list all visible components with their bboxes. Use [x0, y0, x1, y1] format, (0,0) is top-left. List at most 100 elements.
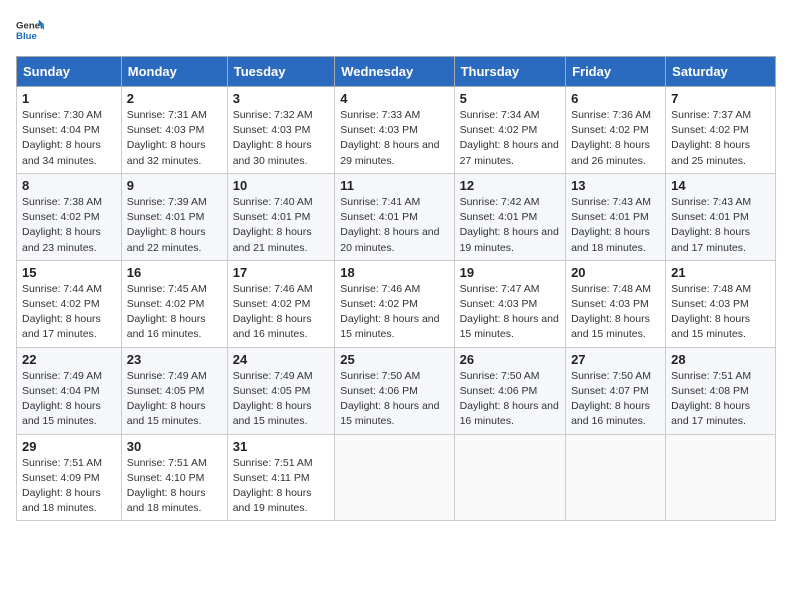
calendar-day-cell: 29 Sunrise: 7:51 AM Sunset: 4:09 PM Dayl…	[17, 434, 122, 521]
day-detail: Sunrise: 7:50 AM Sunset: 4:06 PM Dayligh…	[460, 369, 560, 430]
day-detail: Sunrise: 7:51 AM Sunset: 4:09 PM Dayligh…	[22, 456, 116, 517]
calendar-day-cell: 1 Sunrise: 7:30 AM Sunset: 4:04 PM Dayli…	[17, 87, 122, 174]
calendar-day-cell: 25 Sunrise: 7:50 AM Sunset: 4:06 PM Dayl…	[335, 347, 454, 434]
day-number: 14	[671, 178, 770, 193]
calendar-day-cell: 23 Sunrise: 7:49 AM Sunset: 4:05 PM Dayl…	[121, 347, 227, 434]
day-number: 26	[460, 352, 560, 367]
calendar-week-row: 1 Sunrise: 7:30 AM Sunset: 4:04 PM Dayli…	[17, 87, 776, 174]
calendar-day-cell: 5 Sunrise: 7:34 AM Sunset: 4:02 PM Dayli…	[454, 87, 565, 174]
calendar-day-cell: 8 Sunrise: 7:38 AM Sunset: 4:02 PM Dayli…	[17, 173, 122, 260]
day-number: 3	[233, 91, 330, 106]
calendar-day-cell: 4 Sunrise: 7:33 AM Sunset: 4:03 PM Dayli…	[335, 87, 454, 174]
day-number: 7	[671, 91, 770, 106]
day-number: 4	[340, 91, 448, 106]
day-number: 27	[571, 352, 660, 367]
day-detail: Sunrise: 7:47 AM Sunset: 4:03 PM Dayligh…	[460, 282, 560, 343]
calendar-week-row: 8 Sunrise: 7:38 AM Sunset: 4:02 PM Dayli…	[17, 173, 776, 260]
day-detail: Sunrise: 7:46 AM Sunset: 4:02 PM Dayligh…	[233, 282, 330, 343]
day-number: 31	[233, 439, 330, 454]
day-detail: Sunrise: 7:48 AM Sunset: 4:03 PM Dayligh…	[671, 282, 770, 343]
calendar-day-cell: 22 Sunrise: 7:49 AM Sunset: 4:04 PM Dayl…	[17, 347, 122, 434]
day-detail: Sunrise: 7:37 AM Sunset: 4:02 PM Dayligh…	[671, 108, 770, 169]
calendar-header-cell: Saturday	[666, 57, 776, 87]
day-detail: Sunrise: 7:49 AM Sunset: 4:05 PM Dayligh…	[127, 369, 222, 430]
calendar-day-cell: 21 Sunrise: 7:48 AM Sunset: 4:03 PM Dayl…	[666, 260, 776, 347]
calendar-week-row: 22 Sunrise: 7:49 AM Sunset: 4:04 PM Dayl…	[17, 347, 776, 434]
day-detail: Sunrise: 7:32 AM Sunset: 4:03 PM Dayligh…	[233, 108, 330, 169]
day-number: 9	[127, 178, 222, 193]
day-number: 12	[460, 178, 560, 193]
day-detail: Sunrise: 7:42 AM Sunset: 4:01 PM Dayligh…	[460, 195, 560, 256]
day-detail: Sunrise: 7:39 AM Sunset: 4:01 PM Dayligh…	[127, 195, 222, 256]
calendar-body: 1 Sunrise: 7:30 AM Sunset: 4:04 PM Dayli…	[17, 87, 776, 521]
day-number: 28	[671, 352, 770, 367]
calendar-day-cell: 2 Sunrise: 7:31 AM Sunset: 4:03 PM Dayli…	[121, 87, 227, 174]
day-number: 1	[22, 91, 116, 106]
day-detail: Sunrise: 7:41 AM Sunset: 4:01 PM Dayligh…	[340, 195, 448, 256]
calendar-header-cell: Tuesday	[227, 57, 335, 87]
calendar-day-cell	[666, 434, 776, 521]
day-detail: Sunrise: 7:40 AM Sunset: 4:01 PM Dayligh…	[233, 195, 330, 256]
day-number: 17	[233, 265, 330, 280]
day-detail: Sunrise: 7:38 AM Sunset: 4:02 PM Dayligh…	[22, 195, 116, 256]
calendar-day-cell: 9 Sunrise: 7:39 AM Sunset: 4:01 PM Dayli…	[121, 173, 227, 260]
calendar-day-cell: 31 Sunrise: 7:51 AM Sunset: 4:11 PM Dayl…	[227, 434, 335, 521]
day-detail: Sunrise: 7:43 AM Sunset: 4:01 PM Dayligh…	[571, 195, 660, 256]
day-detail: Sunrise: 7:50 AM Sunset: 4:06 PM Dayligh…	[340, 369, 448, 430]
logo: General Blue	[16, 16, 48, 44]
calendar-day-cell: 20 Sunrise: 7:48 AM Sunset: 4:03 PM Dayl…	[566, 260, 666, 347]
day-number: 8	[22, 178, 116, 193]
calendar-day-cell: 7 Sunrise: 7:37 AM Sunset: 4:02 PM Dayli…	[666, 87, 776, 174]
calendar-day-cell: 17 Sunrise: 7:46 AM Sunset: 4:02 PM Dayl…	[227, 260, 335, 347]
calendar-day-cell: 14 Sunrise: 7:43 AM Sunset: 4:01 PM Dayl…	[666, 173, 776, 260]
calendar-day-cell: 16 Sunrise: 7:45 AM Sunset: 4:02 PM Dayl…	[121, 260, 227, 347]
day-number: 19	[460, 265, 560, 280]
calendar-day-cell: 30 Sunrise: 7:51 AM Sunset: 4:10 PM Dayl…	[121, 434, 227, 521]
day-detail: Sunrise: 7:33 AM Sunset: 4:03 PM Dayligh…	[340, 108, 448, 169]
calendar-day-cell: 24 Sunrise: 7:49 AM Sunset: 4:05 PM Dayl…	[227, 347, 335, 434]
day-number: 21	[671, 265, 770, 280]
calendar-day-cell: 26 Sunrise: 7:50 AM Sunset: 4:06 PM Dayl…	[454, 347, 565, 434]
day-number: 2	[127, 91, 222, 106]
day-detail: Sunrise: 7:49 AM Sunset: 4:05 PM Dayligh…	[233, 369, 330, 430]
calendar-header-cell: Monday	[121, 57, 227, 87]
page-header: General Blue	[16, 16, 776, 44]
day-number: 5	[460, 91, 560, 106]
day-detail: Sunrise: 7:51 AM Sunset: 4:08 PM Dayligh…	[671, 369, 770, 430]
day-detail: Sunrise: 7:46 AM Sunset: 4:02 PM Dayligh…	[340, 282, 448, 343]
calendar-day-cell: 15 Sunrise: 7:44 AM Sunset: 4:02 PM Dayl…	[17, 260, 122, 347]
calendar-header-row: SundayMondayTuesdayWednesdayThursdayFrid…	[17, 57, 776, 87]
day-detail: Sunrise: 7:36 AM Sunset: 4:02 PM Dayligh…	[571, 108, 660, 169]
day-detail: Sunrise: 7:43 AM Sunset: 4:01 PM Dayligh…	[671, 195, 770, 256]
day-detail: Sunrise: 7:51 AM Sunset: 4:11 PM Dayligh…	[233, 456, 330, 517]
day-number: 18	[340, 265, 448, 280]
day-number: 29	[22, 439, 116, 454]
calendar-day-cell: 11 Sunrise: 7:41 AM Sunset: 4:01 PM Dayl…	[335, 173, 454, 260]
calendar-week-row: 29 Sunrise: 7:51 AM Sunset: 4:09 PM Dayl…	[17, 434, 776, 521]
day-number: 6	[571, 91, 660, 106]
day-detail: Sunrise: 7:31 AM Sunset: 4:03 PM Dayligh…	[127, 108, 222, 169]
calendar-week-row: 15 Sunrise: 7:44 AM Sunset: 4:02 PM Dayl…	[17, 260, 776, 347]
day-number: 24	[233, 352, 330, 367]
calendar-day-cell: 28 Sunrise: 7:51 AM Sunset: 4:08 PM Dayl…	[666, 347, 776, 434]
day-detail: Sunrise: 7:51 AM Sunset: 4:10 PM Dayligh…	[127, 456, 222, 517]
day-detail: Sunrise: 7:45 AM Sunset: 4:02 PM Dayligh…	[127, 282, 222, 343]
calendar-day-cell: 19 Sunrise: 7:47 AM Sunset: 4:03 PM Dayl…	[454, 260, 565, 347]
day-detail: Sunrise: 7:48 AM Sunset: 4:03 PM Dayligh…	[571, 282, 660, 343]
calendar-day-cell: 12 Sunrise: 7:42 AM Sunset: 4:01 PM Dayl…	[454, 173, 565, 260]
day-number: 13	[571, 178, 660, 193]
day-number: 23	[127, 352, 222, 367]
day-detail: Sunrise: 7:50 AM Sunset: 4:07 PM Dayligh…	[571, 369, 660, 430]
calendar-table: SundayMondayTuesdayWednesdayThursdayFrid…	[16, 56, 776, 521]
day-number: 10	[233, 178, 330, 193]
day-detail: Sunrise: 7:34 AM Sunset: 4:02 PM Dayligh…	[460, 108, 560, 169]
calendar-header-cell: Friday	[566, 57, 666, 87]
svg-text:Blue: Blue	[16, 31, 37, 42]
day-number: 22	[22, 352, 116, 367]
calendar-day-cell: 6 Sunrise: 7:36 AM Sunset: 4:02 PM Dayli…	[566, 87, 666, 174]
day-number: 30	[127, 439, 222, 454]
day-number: 25	[340, 352, 448, 367]
day-detail: Sunrise: 7:30 AM Sunset: 4:04 PM Dayligh…	[22, 108, 116, 169]
calendar-day-cell	[335, 434, 454, 521]
calendar-day-cell: 10 Sunrise: 7:40 AM Sunset: 4:01 PM Dayl…	[227, 173, 335, 260]
